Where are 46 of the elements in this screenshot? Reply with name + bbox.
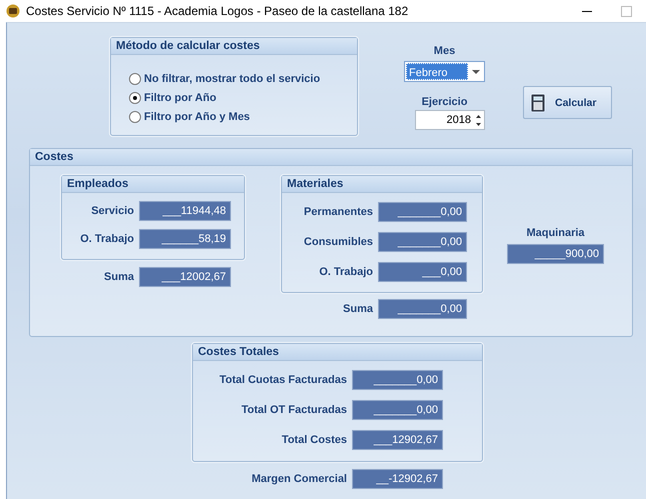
field-label: Suma [343,303,373,315]
radio-button[interactable] [129,73,141,85]
field-label: Maquinaria [526,227,585,239]
field-label: Consumibles [304,236,373,248]
value-field[interactable]: _______0,00 [378,232,467,252]
group-title: Empleados [62,176,244,193]
field-label: Total Costes [282,434,347,446]
calculator-icon [531,94,545,112]
field-label: Total Cuotas Facturadas [219,374,347,386]
value-field[interactable]: _______0,00 [352,370,443,390]
month-value: Febrero [406,63,468,80]
field-label: Servicio [91,205,134,217]
value-field[interactable]: _______0,00 [378,299,467,319]
field-label: Margen Comercial [252,473,347,485]
value-field[interactable]: _______0,00 [378,202,467,222]
field-label: O. Trabajo [319,266,373,278]
field-label: Total OT Facturadas [241,404,347,416]
group-title: Método de calcular costes [111,38,357,55]
value-field[interactable]: _______0,00 [352,400,443,420]
value-field[interactable]: _____900,00 [507,244,604,264]
value-field[interactable]: ______58,19 [139,229,231,249]
radio-button[interactable] [129,111,141,123]
month-dropdown[interactable]: Febrero [404,61,485,82]
spinner-arrows-icon [476,114,481,126]
value-field[interactable]: ___0,00 [378,262,467,282]
radio-button[interactable] [129,92,141,104]
caret-icon [472,70,480,74]
radio-label: Filtro por Año [144,92,216,104]
value-field[interactable]: ___12002,67 [139,267,231,287]
app-icon [6,4,20,18]
group-title: Costes Totales [193,344,482,361]
group-title: Materiales [282,176,482,193]
month-label: Mes [434,45,456,57]
radio-label: Filtro por Año y Mes [144,111,250,123]
field-label: Suma [104,271,134,283]
value-field[interactable]: ___11944,48 [139,201,231,221]
calculate-button[interactable]: Calcular [523,86,612,119]
value-field[interactable]: __-12902,67 [352,469,443,489]
year-spinner[interactable]: 2018 [415,110,485,130]
value-field[interactable]: ___12902,67 [352,430,443,450]
radio-label: No filtrar, mostrar todo el servicio [144,73,320,85]
field-label: Permanentes [304,206,373,218]
field-label: O. Trabajo [80,233,134,245]
year-label: Ejercicio [422,96,468,108]
window-title: Costes Servicio Nº 1115 - Academia Logos - Paseo de la castellana 182 [26,4,410,18]
panel-title: Costes [30,149,632,166]
